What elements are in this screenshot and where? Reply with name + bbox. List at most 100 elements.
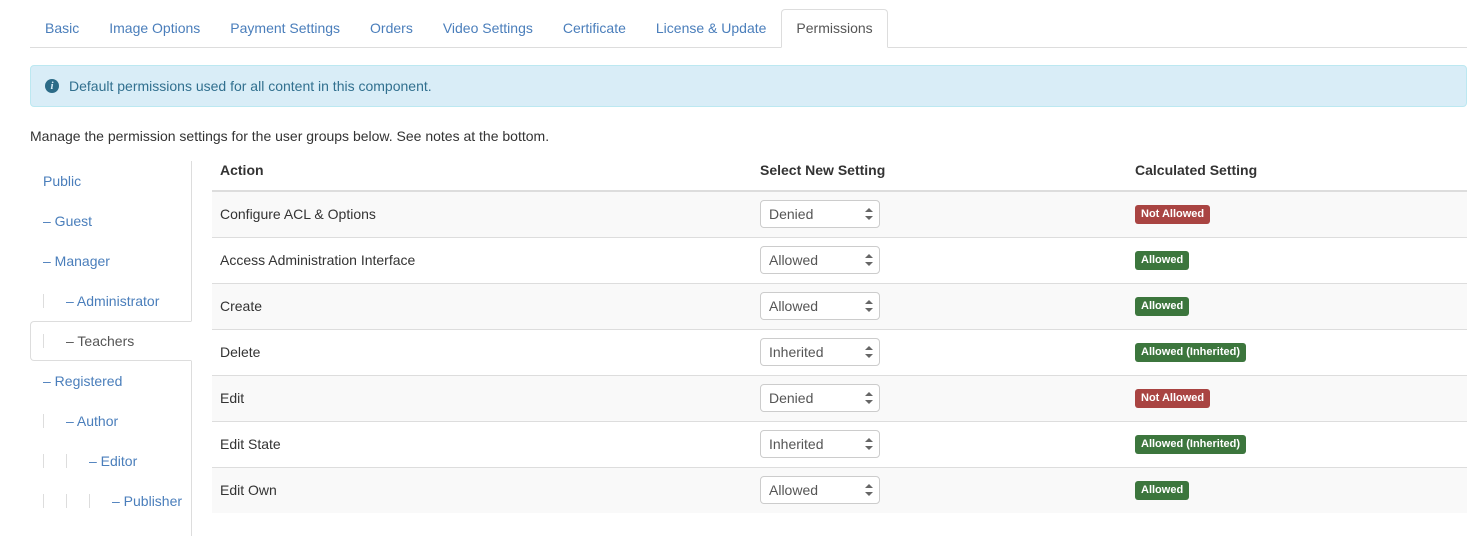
sidebar-item-label: – Administrator — [66, 293, 159, 309]
table-header-row: Action Select New Setting Calculated Set… — [212, 161, 1467, 191]
column-header-action: Action — [212, 161, 752, 191]
setting-select-value: Inherited — [769, 436, 823, 452]
info-alert: i Default permissions used for all conte… — [30, 65, 1467, 107]
indent-guide-line — [43, 294, 44, 308]
tab-bar: BasicImage OptionsPayment SettingsOrders… — [30, 0, 1467, 48]
table-row: Edit Denied Not Allowed — [212, 375, 1467, 421]
tab-basic[interactable]: Basic — [30, 9, 94, 48]
setting-select-value: Allowed — [769, 298, 818, 314]
sidebar-item-super-users[interactable]: – Super Users — [30, 521, 192, 536]
indent-guide-line — [43, 414, 44, 428]
sidebar-item-publisher[interactable]: – Publisher — [30, 481, 192, 521]
indent-guide-line — [43, 494, 44, 508]
setting-select[interactable]: Allowed — [760, 476, 880, 504]
sidebar-item-label: – Author — [66, 413, 118, 429]
column-header-calculated: Calculated Setting — [1127, 161, 1467, 191]
indent-guide-line — [43, 334, 44, 348]
tab-certificate[interactable]: Certificate — [548, 9, 641, 48]
sidebar-item-label: – Manager — [43, 253, 110, 269]
tab-video-settings[interactable]: Video Settings — [428, 9, 548, 48]
indent-guides — [43, 332, 66, 350]
status-badge: Allowed — [1135, 481, 1189, 500]
info-icon: i — [45, 79, 59, 93]
indent-guides — [43, 452, 89, 470]
status-badge: Allowed — [1135, 297, 1189, 316]
action-label: Edit — [212, 375, 752, 421]
sidebar-item-teachers[interactable]: – Teachers — [30, 321, 192, 361]
tab-payment-settings[interactable]: Payment Settings — [215, 9, 355, 48]
sidebar-item-public[interactable]: Public — [30, 161, 192, 201]
setting-select[interactable]: Inherited — [760, 338, 880, 366]
select-spinner-icon[interactable] — [865, 344, 873, 360]
table-row: Create Allowed Allowed — [212, 283, 1467, 329]
status-badge: Not Allowed — [1135, 205, 1210, 224]
indent-guide-line — [89, 494, 90, 508]
setting-cell: Inherited — [752, 421, 1127, 467]
setting-select[interactable]: Allowed — [760, 292, 880, 320]
sidebar-item-administrator[interactable]: – Administrator — [30, 281, 192, 321]
setting-select[interactable]: Denied — [760, 200, 880, 228]
select-spinner-icon[interactable] — [865, 482, 873, 498]
sidebar-item-guest[interactable]: – Guest — [30, 201, 192, 241]
setting-cell: Allowed — [752, 237, 1127, 283]
indent-guides — [43, 492, 112, 510]
setting-select[interactable]: Allowed — [760, 246, 880, 274]
tab-license-update[interactable]: License & Update — [641, 9, 782, 48]
calculated-cell: Not Allowed — [1127, 375, 1467, 421]
action-label: Delete — [212, 329, 752, 375]
select-spinner-icon[interactable] — [865, 436, 873, 452]
select-spinner-icon[interactable] — [865, 252, 873, 268]
table-row: Access Administration InterfaceAllowedAl… — [212, 237, 1467, 283]
sidebar-item-author[interactable]: – Author — [30, 401, 192, 441]
setting-select[interactable]: Denied — [760, 384, 880, 412]
setting-cell: Inherited — [752, 329, 1127, 375]
tab-image-options[interactable]: Image Options — [94, 9, 215, 48]
sidebar-item-label: – Registered — [43, 373, 122, 389]
indent-guide-line — [66, 494, 67, 508]
column-header-select: Select New Setting — [752, 161, 1127, 191]
setting-cell: Allowed — [752, 467, 1127, 513]
setting-select[interactable]: Inherited — [760, 430, 880, 458]
select-spinner-icon[interactable] — [865, 390, 873, 406]
status-badge: Allowed — [1135, 251, 1189, 270]
setting-select-value: Allowed — [769, 252, 818, 268]
sidebar-item-registered[interactable]: – Registered — [30, 361, 192, 401]
table-row: Delete Inherited Allowed (Inherited) — [212, 329, 1467, 375]
intro-text: Manage the permission settings for the u… — [30, 127, 1467, 145]
sidebar-item-label: – Editor — [89, 453, 137, 469]
action-label: Configure ACL & Options — [212, 191, 752, 237]
user-group-sidebar: Public – Guest – Manager – Administrator – T… — [30, 161, 192, 536]
setting-select-value: Denied — [769, 206, 813, 222]
sidebar-item-label: – Guest — [43, 213, 92, 229]
indent-guides — [43, 412, 66, 430]
table-row: Configure ACL & Options Denied Not Allowed — [212, 191, 1467, 237]
setting-select-value: Denied — [769, 390, 813, 406]
calculated-cell: Allowed — [1127, 283, 1467, 329]
table-row: Edit State Inherited Allowed (Inherited) — [212, 421, 1467, 467]
tab-orders[interactable]: Orders — [355, 9, 428, 48]
indent-guide-line — [66, 454, 67, 468]
indent-guides — [43, 292, 66, 310]
permissions-panel: Public – Guest – Manager – Administrator – T… — [30, 161, 1467, 536]
table-head: Action Select New Setting Calculated Set… — [212, 161, 1467, 191]
calculated-cell: Allowed — [1127, 467, 1467, 513]
setting-select-value: Inherited — [769, 344, 823, 360]
select-spinner-icon[interactable] — [865, 206, 873, 222]
tab-permissions[interactable]: Permissions — [781, 9, 887, 48]
setting-cell: Denied — [752, 191, 1127, 237]
sidebar-item-label: – Publisher — [112, 493, 182, 509]
status-badge: Allowed (Inherited) — [1135, 343, 1246, 362]
table-row: Edit OwnAllowedAllowed — [212, 467, 1467, 513]
table-body: Configure ACL & Options Denied Not Allowed… — [212, 191, 1467, 513]
setting-cell: Allowed — [752, 283, 1127, 329]
status-badge: Allowed (Inherited) — [1135, 435, 1246, 454]
info-alert-text: Default permissions used for all content… — [69, 78, 432, 95]
calculated-cell: Allowed (Inherited) — [1127, 329, 1467, 375]
sidebar-item-editor[interactable]: – Editor — [30, 441, 192, 481]
sidebar-item-manager[interactable]: – Manager — [30, 241, 192, 281]
action-label: Edit State — [212, 421, 752, 467]
setting-cell: Denied — [752, 375, 1127, 421]
permissions-table: Action Select New Setting Calculated Set… — [212, 161, 1467, 513]
action-label: Create — [212, 283, 752, 329]
select-spinner-icon[interactable] — [865, 298, 873, 314]
